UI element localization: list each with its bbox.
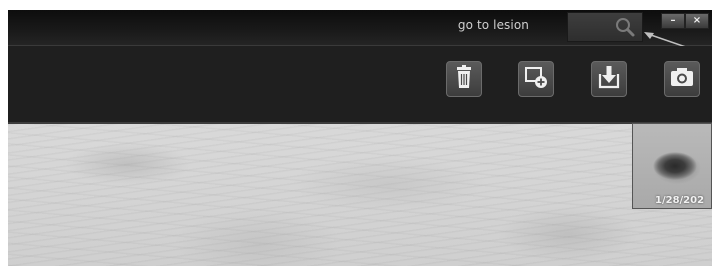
title-bar: go to lesion – × [8, 10, 712, 46]
trash-icon [453, 65, 475, 93]
download-tray-icon [596, 64, 622, 94]
thumbnail-date: 1/28/202 [655, 195, 705, 206]
lesion-thumbnail[interactable]: 1/28/202 [632, 123, 712, 209]
window-controls: – × [661, 13, 712, 29]
capture-button[interactable] [664, 61, 700, 97]
delete-button[interactable] [446, 61, 482, 97]
minimize-button[interactable]: – [661, 13, 685, 29]
app-window: go to lesion – × 1/28/202 [8, 10, 712, 266]
camera-icon [670, 67, 694, 91]
goto-lesion-label: go to lesion [457, 18, 529, 32]
goto-lesion-input[interactable] [567, 12, 643, 42]
lesion-image-viewer[interactable] [8, 124, 712, 266]
import-button[interactable] [591, 61, 627, 97]
add-box-icon [524, 65, 548, 93]
add-region-button[interactable] [518, 61, 554, 97]
search-icon[interactable] [614, 16, 636, 42]
close-button[interactable]: × [685, 13, 709, 29]
toolbar [8, 46, 712, 124]
